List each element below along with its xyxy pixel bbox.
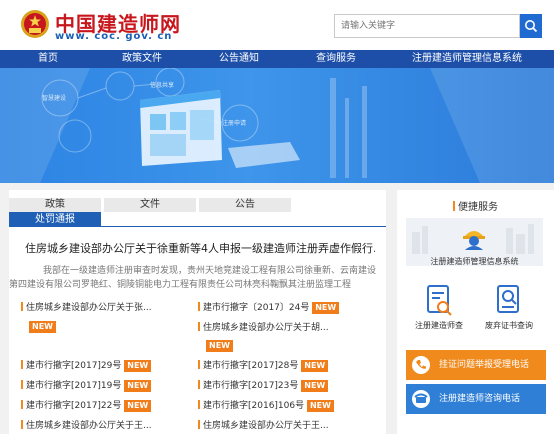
list-item[interactable]: 住房城乡建设部办公厅关于张... — [21, 300, 152, 313]
engineer-helmet-icon — [463, 231, 485, 250]
list-item[interactable]: 建市行撤字[2017]29号 NEW — [21, 358, 152, 372]
list-item[interactable]: 建市行撤字[2017]19号 NEW — [21, 378, 152, 392]
void-certificate-query-link[interactable]: 废弃证书查询 — [477, 282, 541, 332]
tab-bar: 政策 文件 公告 — [9, 198, 386, 212]
bullet-bar — [21, 420, 23, 429]
report-hotline-button[interactable]: 挂证问题举报受理电话 — [406, 350, 546, 380]
sidebar-title: 便捷服务 — [453, 198, 498, 213]
new-badge: NEW — [306, 399, 334, 412]
management-system-label: 注册建造师管理信息系统 — [430, 257, 519, 266]
nav-item-management-system[interactable]: 注册建造师管理信息系统 — [412, 50, 522, 68]
hero-banner[interactable]: 智慧建设 信息共享 注册申请 — [0, 68, 554, 183]
new-badge: NEW — [301, 379, 329, 392]
list-item[interactable]: 住房城乡建设部办公厅关于王... — [21, 418, 152, 431]
new-badge: NEW — [312, 301, 340, 314]
new-badge: NEW — [206, 340, 233, 352]
nav-item-notices[interactable]: 公告通知 — [219, 50, 259, 68]
registered-builder-query-link[interactable]: 注册建造师查 — [407, 282, 471, 332]
list-item[interactable]: 建市行撤字[2016]106号 NEW — [198, 398, 334, 412]
national-emblem-icon — [21, 10, 49, 38]
list-item[interactable]: 建市行撤字[2017]28号 NEW — [198, 358, 329, 372]
search-icon — [525, 20, 538, 33]
bullet-bar — [453, 201, 455, 211]
list-item[interactable]: 建市行撤字[2017]23号 NEW — [198, 378, 329, 392]
certificate-search-icon — [497, 285, 519, 313]
site-header: 中国建造师网 www. coc. gov. cn — [0, 0, 554, 50]
nav-item-policy[interactable]: 政策文件 — [122, 50, 162, 68]
telephone-icon — [412, 390, 430, 408]
announcements-panel: 政策 文件 公告 处罚通报 住房城乡建设部办公厅关于徐重新等4人申报一级建造师注… — [9, 190, 386, 434]
bullet-bar — [21, 400, 23, 409]
new-badge: NEW — [124, 359, 152, 372]
bullet-bar — [198, 360, 200, 369]
list-item[interactable]: 住房城乡建设部办公厅关于王... — [198, 418, 329, 431]
bullet-bar — [198, 302, 200, 311]
banner-label-info-share: 信息共享 — [150, 82, 175, 89]
site-logo-url: www. coc. gov. cn — [55, 31, 173, 42]
new-badge: NEW — [124, 399, 152, 412]
bullet-bar — [21, 302, 23, 311]
document-search-icon — [427, 285, 452, 316]
list-item[interactable]: 建市行撤字〔2017〕24号 NEW — [198, 300, 340, 314]
registered-builder-query-label: 注册建造师查 — [415, 321, 463, 330]
bullet-bar — [198, 420, 200, 429]
convenience-services-panel: 便捷服务 注册建造师管理信息系统 注册建造师查 废弃证书查询 挂证问题举报受理电… — [397, 190, 554, 434]
main-nav: 首页 政策文件 公告通知 查询服务 注册建造师管理信息系统 — [0, 50, 554, 68]
nav-item-query[interactable]: 查询服务 — [316, 50, 356, 68]
phone-icon — [412, 356, 430, 374]
tab-underline — [9, 226, 386, 227]
new-badge: NEW — [124, 379, 152, 392]
featured-headline[interactable]: 住房城乡建设部办公厅关于徐重新等4人申报一级建造师注册弄虚作假行... — [25, 240, 375, 256]
management-system-link[interactable]: 注册建造师管理信息系统 — [406, 218, 543, 266]
void-certificate-query-label: 废弃证书查询 — [485, 321, 533, 330]
bullet-bar — [21, 380, 23, 389]
bullet-bar — [198, 380, 200, 389]
tab-penalty-notices[interactable]: 处罚通报 — [9, 212, 101, 227]
list-item[interactable]: 建市行撤字[2017]22号 NEW — [21, 398, 152, 412]
banner-label-smart-building: 智慧建设 — [42, 95, 67, 102]
bullet-bar — [21, 360, 23, 369]
consult-hotline-button[interactable]: 注册建造师咨询电话 — [406, 384, 546, 414]
banner-illustration — [0, 68, 554, 183]
search-input[interactable] — [335, 15, 519, 37]
tab-documents[interactable]: 文件 — [104, 198, 196, 212]
tab-policy[interactable]: 政策 — [9, 198, 101, 212]
featured-summary: 我部在一级建造师注册审查时发现，贵州天地竞建设工程有限公司徐重新、云南建设第四建… — [9, 266, 377, 290]
new-badge: NEW — [29, 321, 56, 333]
nav-item-home[interactable]: 首页 — [38, 50, 58, 68]
search-button[interactable] — [520, 14, 542, 38]
list-item[interactable]: 住房城乡建设部办公厅关于胡... — [198, 320, 329, 333]
search-box — [334, 14, 520, 38]
tab-notices[interactable]: 公告 — [199, 198, 291, 212]
bullet-bar — [198, 400, 200, 409]
bullet-bar — [198, 322, 200, 331]
banner-label-registration: 注册申请 — [222, 120, 247, 127]
new-badge: NEW — [301, 359, 329, 372]
